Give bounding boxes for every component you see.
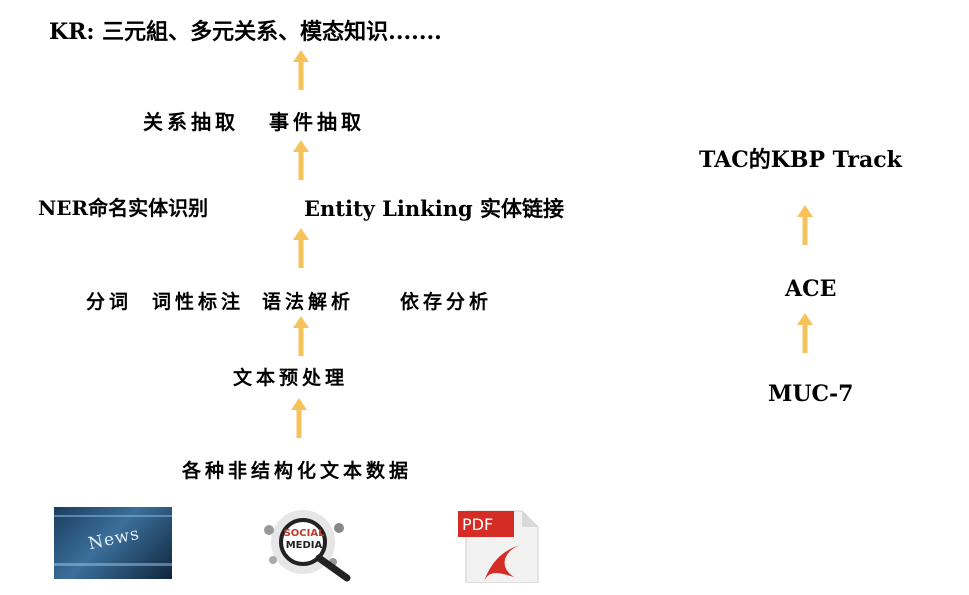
pos-tagging-label: 词性标注 — [152, 291, 245, 313]
arrow-up-2 — [293, 140, 309, 180]
relation-extraction-label: 关系抽取 — [143, 110, 239, 134]
parsing-label: 语法解析 — [262, 291, 355, 313]
social-word: SOCIAL — [283, 528, 325, 539]
arrow-up-4 — [293, 316, 309, 356]
tac-kbp-label: TAC的KBP Track — [699, 147, 902, 173]
event-extraction-label: 事件抽取 — [269, 110, 365, 134]
preprocess-label: 文本预处理 — [233, 367, 349, 389]
kr-label: KR: 三元組、多元关系、模态知识....... — [49, 19, 442, 45]
dependency-label: 依存分析 — [400, 291, 493, 313]
entity-linking-label: Entity Linking 实体链接 — [304, 196, 564, 221]
raw-data-label: 各种非结构化文本数据 — [182, 460, 413, 482]
social-media-image: SOCIAL MEDIA — [253, 508, 361, 582]
ace-label: ACE — [785, 276, 837, 302]
ner-label: NER命名实体识别 — [38, 196, 209, 220]
news-image: News — [54, 507, 172, 579]
pdf-word: PDF — [462, 515, 494, 534]
arrow-up-7 — [797, 313, 813, 353]
segmentation-label: 分词 — [86, 291, 133, 313]
arrow-up-5 — [291, 398, 307, 438]
media-word: MEDIA — [285, 540, 323, 551]
arrow-up-3 — [293, 228, 309, 268]
pdf-image: PDF — [458, 507, 542, 584]
arrow-up-1 — [293, 50, 309, 90]
arrow-up-6 — [797, 205, 813, 245]
muc7-label: MUC-7 — [768, 381, 854, 407]
news-word: News — [86, 523, 142, 555]
